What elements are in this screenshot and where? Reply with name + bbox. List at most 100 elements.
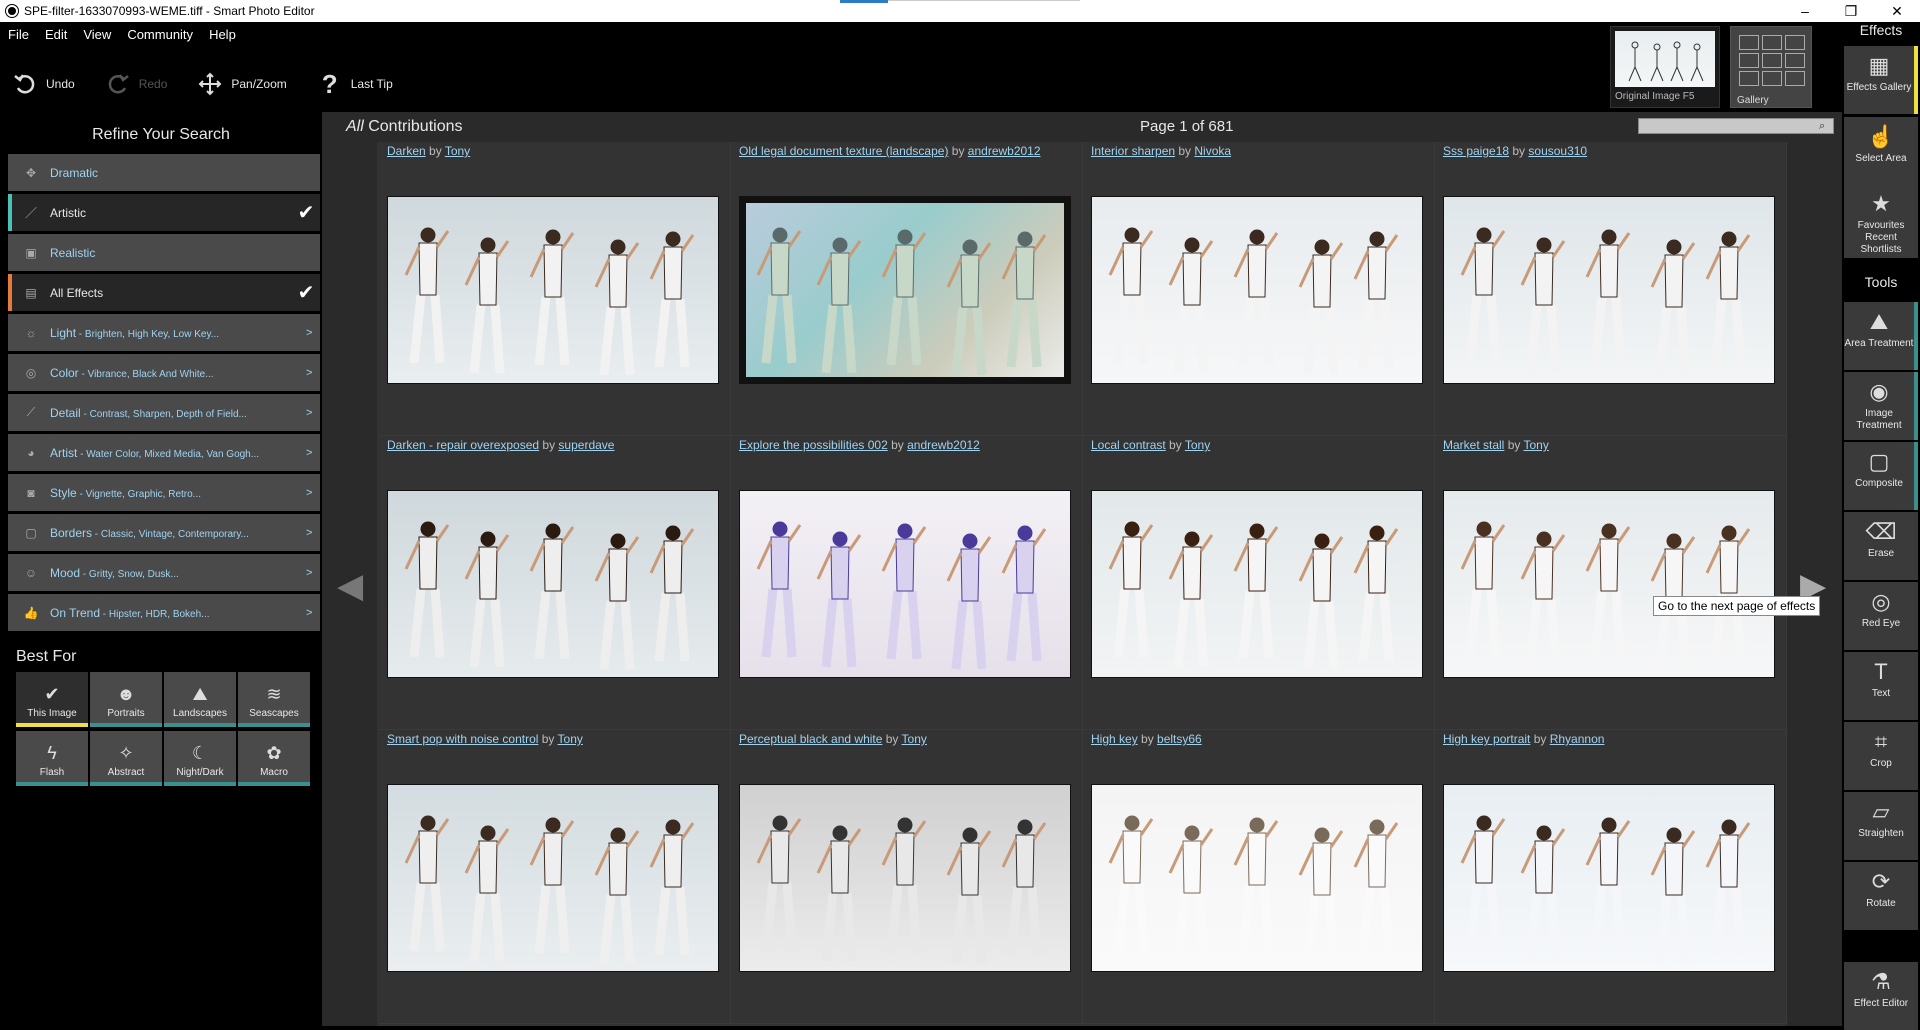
bestfor-macro[interactable]: ✿ Macro (238, 731, 310, 786)
bestfor-this-image[interactable]: ✔ This Image (16, 672, 88, 727)
effect-preview-image[interactable] (1091, 490, 1423, 678)
author-link[interactable]: andrewb2012 (968, 144, 1041, 158)
effect-preview-image[interactable] (1443, 490, 1775, 678)
bestfor-abstract[interactable]: ✧ Abstract (90, 731, 162, 786)
contributions-filter[interactable]: All Contributions (346, 118, 463, 136)
author-link[interactable]: Tony (1523, 438, 1548, 452)
bestfor-seascapes[interactable]: ≋ Seascapes (238, 672, 310, 727)
effect-name-link[interactable]: High key portrait (1443, 732, 1530, 746)
effect-preview-image[interactable] (387, 784, 719, 972)
crop-button[interactable]: ⌗ Crop (1844, 722, 1918, 790)
straighten-button[interactable]: ▱ Straighten (1844, 792, 1918, 860)
category-detail[interactable]: ⟋ Detail - Contrast, Sharpen, Depth of F… (8, 394, 320, 431)
category-style[interactable]: ◙ Style - Vignette, Graphic, Retro... > (8, 474, 320, 511)
effect-name-link[interactable]: High key (1091, 732, 1138, 746)
rotate-button[interactable]: ⟳ Rotate (1844, 862, 1918, 930)
effect-card[interactable]: Explore the possibilities 002 by andrewb… (731, 436, 1083, 730)
effect-card[interactable]: High key by beltsy66 (1083, 730, 1435, 1024)
author-link[interactable]: sousou310 (1528, 144, 1587, 158)
effect-preview-image[interactable] (1443, 196, 1775, 384)
category-realistic[interactable]: ▣ Realistic (8, 234, 320, 271)
effect-preview-image[interactable] (387, 490, 719, 678)
menu-community[interactable]: Community (127, 27, 193, 42)
search-input[interactable]: ⌕ (1638, 118, 1834, 134)
effect-name-link[interactable]: Market stall (1443, 438, 1504, 452)
effect-card[interactable]: Perceptual black and white by Tony (731, 730, 1083, 1024)
bestfor-landscapes[interactable]: ⛰ Landscapes (164, 672, 236, 727)
menu-edit[interactable]: Edit (45, 27, 67, 42)
category-light[interactable]: ☼ Light - Brighten, High Key, Low Key...… (8, 314, 320, 351)
category-color[interactable]: ◎ Color - Vibrance, Black And White... > (8, 354, 320, 391)
effect-name-link[interactable]: Local contrast (1091, 438, 1166, 452)
effect-card[interactable]: Old legal document texture (landscape) b… (731, 142, 1083, 436)
by-text: by (887, 438, 908, 452)
category-on-trend[interactable]: 👍 On Trend - Hipster, HDR, Bokeh... > (8, 594, 320, 631)
redo-button[interactable]: Redo (105, 71, 167, 97)
minimize-button[interactable]: – (1782, 0, 1828, 22)
effect-preview-image[interactable] (1443, 784, 1775, 972)
gallery-button[interactable]: Gallery (1730, 26, 1812, 108)
author-link[interactable]: Nivoka (1194, 144, 1231, 158)
author-link[interactable]: Tony (1185, 438, 1210, 452)
category-all-effects[interactable]: ▤ All Effects ✔ (8, 274, 320, 311)
effect-preview-image[interactable] (1091, 196, 1423, 384)
effect-preview-image[interactable] (1091, 784, 1423, 972)
original-image-button[interactable]: Original Image F5 (1610, 26, 1720, 108)
bestfor-flash[interactable]: ϟ Flash (16, 731, 88, 786)
effect-name-link[interactable]: Interior sharpen (1091, 144, 1175, 158)
category-borders[interactable]: ▢ Borders - Classic, Vintage, Contempora… (8, 514, 320, 551)
effect-card[interactable]: High key portrait by Rhyannon (1435, 730, 1787, 1024)
effect-card[interactable]: Smart pop with noise control by Tony (379, 730, 731, 1024)
effect-preview-image[interactable] (739, 196, 1071, 384)
effect-card[interactable]: Interior sharpen by Nivoka (1083, 142, 1435, 436)
erase-button[interactable]: ⌫ Erase (1844, 512, 1918, 580)
author-link[interactable]: Tony (445, 144, 470, 158)
category-artistic[interactable]: ／ Artistic ✔ (8, 194, 320, 231)
effect-name-link[interactable]: Old legal document texture (landscape) (739, 144, 948, 158)
undo-button[interactable]: Undo (12, 71, 75, 97)
effect-card[interactable]: Darken by Tony (379, 142, 731, 436)
effect-card[interactable]: Darken - repair overexposed by superdave (379, 436, 731, 730)
category-dramatic[interactable]: ✥ Dramatic (8, 154, 320, 191)
image-treatment-button[interactable]: ◉ Image Treatment (1844, 372, 1918, 440)
bestfor-night-dark[interactable]: ☾ Night/Dark (164, 731, 236, 786)
author-link[interactable]: andrewb2012 (907, 438, 980, 452)
effect-name-link[interactable]: Explore the possibilities 002 (739, 438, 888, 452)
bestfor-portraits[interactable]: ☻ Portraits (90, 672, 162, 727)
close-button[interactable]: ✕ (1874, 0, 1920, 22)
effect-preview-image[interactable] (739, 490, 1071, 678)
effect-editor-button[interactable]: ⚗ Effect Editor (1844, 962, 1918, 1030)
menu-help[interactable]: Help (209, 27, 236, 42)
effect-name-link[interactable]: Smart pop with noise control (387, 732, 538, 746)
author-link[interactable]: beltsy66 (1157, 732, 1202, 746)
last-tip-button[interactable]: ? Last Tip (317, 69, 393, 99)
effect-card[interactable]: Sss paige18 by sousou310 (1435, 142, 1787, 436)
effect-name-link[interactable]: Sss paige18 (1443, 144, 1509, 158)
author-link[interactable]: Rhyannon (1550, 732, 1605, 746)
category-artist[interactable]: ◕ Artist - Water Color, Mixed Media, Van… (8, 434, 320, 471)
effect-name-link[interactable]: Darken (387, 144, 426, 158)
author-link[interactable]: Tony (558, 732, 583, 746)
effect-name-link[interactable]: Darken - repair overexposed (387, 438, 539, 452)
category-mood[interactable]: ☺ Mood - Gritty, Snow, Dusk... > (8, 554, 320, 591)
author-link[interactable]: Tony (902, 732, 927, 746)
effects-gallery-button[interactable]: ▦ Effects Gallery (1844, 46, 1918, 114)
area-treatment-button[interactable]: ⛰ Area Treatment (1844, 302, 1918, 370)
panzoom-button[interactable]: Pan/Zoom (197, 71, 287, 97)
menu-file[interactable]: File (8, 27, 29, 42)
landscape-icon: ⛰ (192, 683, 208, 704)
red-eye-button[interactable]: ◎ Red Eye (1844, 582, 1918, 650)
author-link[interactable]: superdave (558, 438, 614, 452)
previous-page-arrow-icon[interactable]: ◀ (337, 568, 365, 604)
maximize-button[interactable]: ❐ (1828, 0, 1874, 22)
text-button[interactable]: T Text (1844, 652, 1918, 720)
select-area-button[interactable]: ☝ Select Area (1844, 117, 1918, 185)
effect-card[interactable]: Local contrast by Tony (1083, 436, 1435, 730)
effect-preview-image[interactable] (387, 196, 719, 384)
effect-preview-image[interactable] (739, 784, 1071, 972)
menu-view[interactable]: View (83, 27, 111, 42)
favourites-button[interactable]: ★ Favourites Recent Shortlists (1844, 184, 1918, 258)
effect-card[interactable]: Market stall by Tony (1435, 436, 1787, 730)
effect-name-link[interactable]: Perceptual black and white (739, 732, 882, 746)
composite-button[interactable]: ▢ Composite (1844, 442, 1918, 510)
